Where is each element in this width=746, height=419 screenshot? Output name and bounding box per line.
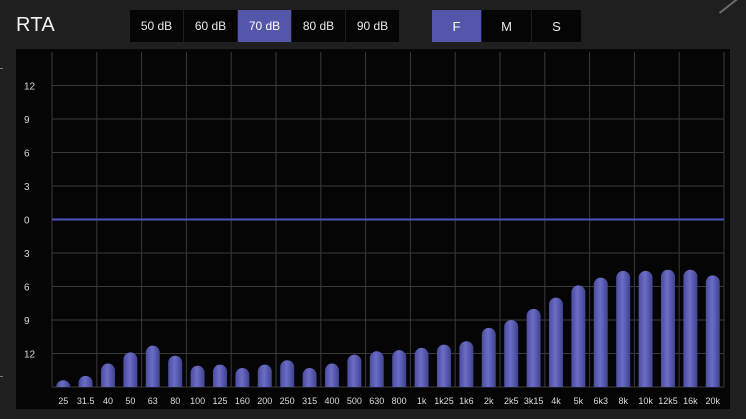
rta-plot: 12 9 6 3 0 3 6 9 12 25 31.5 40 50 63 80 100 125 160 200 250… [16,49,730,409]
x-tick-label: 4k [551,396,561,406]
bar-4k [549,297,563,387]
bar-1k [414,347,429,387]
level-selector: 50 dB 60 dB 70 dB 80 dB 90 dB [130,10,400,42]
level-50db-button[interactable]: 50 dB [130,10,184,42]
x-tick-label: 12k5 [658,396,678,406]
bar-16k [683,269,698,387]
bar-100 [190,365,205,387]
y-tick-label: 3 [24,182,30,193]
level-70db-button[interactable]: 70 dB [238,10,292,42]
bar-250 [280,360,295,387]
x-tick-label: 630 [369,396,384,406]
bar-400 [325,363,339,387]
corner-decoration [718,0,741,14]
bar-50 [123,352,138,387]
x-tick-label: 80 [170,396,180,406]
mode-f-button[interactable]: F [432,10,482,42]
x-tick-label: 125 [212,396,227,406]
bar-3k15 [526,308,541,387]
x-tick-label: 5k [574,396,584,406]
mode-s-button[interactable]: S [532,10,582,42]
x-tick-label: 40 [103,396,113,406]
y-tick-label: 6 [24,283,30,294]
mode-m-button[interactable]: M [482,10,532,42]
bar-6k3 [593,277,608,387]
x-tick-label: 1k6 [459,396,474,406]
bar-80 [168,355,183,387]
level-60db-button[interactable]: 60 dB [184,10,238,42]
x-tick-label: 63 [148,396,158,406]
y-tick-label: 0 [24,216,30,227]
x-tick-label: 6k3 [594,396,609,406]
x-tick-label: 2k [484,396,494,406]
bar-25 [56,380,71,387]
bar-12k5 [661,269,675,387]
top-bar: RTA 50 dB 60 dB 70 dB 80 dB 90 dB F M S [0,0,746,48]
bar-10k [638,270,653,387]
x-tick-label: 200 [257,396,272,406]
x-tick-label: 50 [125,396,135,406]
bar-500 [347,354,362,387]
bar-160 [235,368,250,387]
rta-chart: 1296303691225 31.5 40 50 63 80 100 125 160 200 250… [24,52,725,406]
bar-125 [213,364,227,387]
x-tick-label: 400 [324,396,339,406]
bar-5k [571,285,586,387]
page-title: RTA [16,14,56,36]
side-tick [0,68,3,69]
response-mode-selector: F M S [432,10,582,42]
bar-20k [705,275,720,387]
x-tick-label: 31.5 [77,396,95,406]
x-tick-label: 16k [683,396,698,406]
y-tick-label: 12 [24,350,36,361]
bar-630 [369,351,384,387]
x-tick-label: 100 [190,396,205,406]
bar-40 [101,363,115,387]
x-tick-label: 315 [302,396,317,406]
bar-200 [257,364,272,387]
y-tick-label: 6 [24,149,30,160]
side-tick [0,376,3,377]
bar-1k6 [459,341,474,387]
bar-63 [145,345,160,387]
y-tick-label: 12 [24,82,36,93]
y-tick-label: 9 [24,316,30,327]
rta-window: RTA 50 dB 60 dB 70 dB 80 dB 90 dB F M S … [0,0,746,419]
x-tick-label: 8k [618,396,628,406]
x-tick-label: 20k [706,396,721,406]
bar-1k25 [437,344,451,387]
level-90db-button[interactable]: 90 dB [346,10,400,42]
x-tick-label: 10k [638,396,653,406]
x-tick-label: 250 [280,396,295,406]
bar-31.5 [78,375,93,387]
bar-2k [481,327,496,387]
x-tick-label: 2k5 [504,396,519,406]
x-tick-label: 800 [392,396,407,406]
bar-2k5 [504,320,519,387]
x-tick-label: 160 [235,396,250,406]
bar-8k [616,270,631,387]
y-tick-label: 3 [24,249,30,260]
x-tick-label: 1k25 [434,396,454,406]
x-tick-label: 3k15 [524,396,544,406]
x-tick-label: 25 [58,396,68,406]
x-tick-label: 500 [347,396,362,406]
bar-315 [302,368,317,387]
x-tick-label: 1k [417,396,427,406]
y-tick-label: 9 [24,115,30,126]
level-80db-button[interactable]: 80 dB [292,10,346,42]
bar-800 [392,350,407,387]
